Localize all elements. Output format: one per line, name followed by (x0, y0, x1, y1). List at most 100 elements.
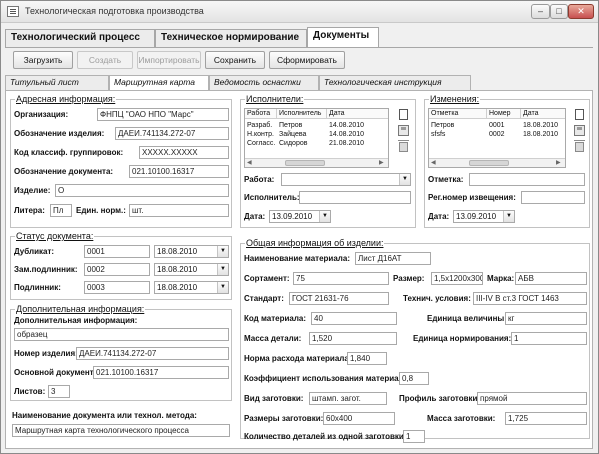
maximize-button[interactable]: □ (550, 4, 568, 19)
duplicate-date-picker[interactable]: 18.08.2010 ▼ (154, 245, 229, 258)
std-field[interactable]: ГОСТ 21631-76 (289, 292, 389, 305)
mark-field[interactable] (469, 173, 585, 186)
org-field[interactable]: ФНПЦ "ОАО НПО "Марс" (97, 108, 229, 121)
tab-documents[interactable]: Документы (307, 27, 379, 47)
mcode-field[interactable]: 40 (311, 312, 397, 325)
docname-field[interactable]: Маршрутная карта технологического процес… (12, 424, 230, 437)
bsize-field[interactable]: 60х400 (323, 412, 395, 425)
chg-row-1-date[interactable]: 18.08.2010 (523, 130, 565, 139)
trash-icon[interactable] (573, 140, 586, 153)
col-work[interactable]: Работа (245, 109, 277, 119)
close-button[interactable]: ✕ (568, 4, 594, 19)
minimize-button[interactable]: – (531, 4, 550, 19)
profile-field[interactable]: прямой (477, 392, 587, 405)
document-tabs: Титульный лист Маршрутная карта Ведомост… (5, 75, 593, 90)
exec-date-picker[interactable]: 13.09.2010 ▼ (269, 210, 331, 223)
scroll-thumb[interactable] (469, 160, 509, 166)
unitv-field[interactable]: кг (505, 312, 587, 325)
duplicate-date: 18.08.2010 (157, 247, 198, 256)
load-button[interactable]: Загрузить (13, 51, 73, 69)
brand-field[interactable]: АБВ (515, 272, 587, 285)
tab-tech-norming[interactable]: Техническое нормирование (155, 29, 307, 47)
original-date-picker[interactable]: 18.08.2010 ▼ (154, 281, 229, 294)
work-dropdown[interactable]: ▼ (281, 173, 411, 186)
duplicate-num-field[interactable]: 0001 (84, 245, 150, 258)
executor-field[interactable] (299, 191, 411, 204)
item-number-field[interactable]: ДАЕИ.741134.272-07 (76, 347, 229, 360)
chg-date-picker[interactable]: 13.09.2010 ▼ (453, 210, 515, 223)
chg-row-1-num[interactable]: 0002 (489, 130, 519, 139)
tab-tech-instruction[interactable]: Технологическая инструкция (319, 75, 471, 90)
scroll-right-icon[interactable]: ▶ (379, 159, 384, 166)
trash-icon[interactable] (397, 140, 410, 153)
coef-field[interactable]: 0,8 (399, 372, 429, 385)
col-number[interactable]: Номер (487, 109, 521, 119)
chg-row-0-num[interactable]: 0001 (489, 121, 519, 130)
executors-hscroll[interactable]: ◀ ▶ (245, 158, 388, 167)
create-button[interactable]: Создать (77, 51, 133, 69)
col-date[interactable]: Дата (327, 109, 388, 119)
replace-num-field[interactable]: 0002 (84, 263, 150, 276)
mass-label: Масса детали: (244, 334, 302, 343)
blank-field[interactable]: штамп. загот. (309, 392, 387, 405)
chg-row-0-mark[interactable]: Петров (431, 121, 485, 130)
save-icon[interactable] (397, 124, 410, 137)
scroll-left-icon[interactable]: ◀ (247, 159, 252, 166)
exec-row-0-date[interactable]: 14.08.2010 (329, 121, 387, 130)
sort-field[interactable]: 75 (293, 272, 389, 285)
tech-field[interactable]: III-IV В ст.3 ГОСТ 1463 (473, 292, 587, 305)
changes-hscroll[interactable]: ◀ ▶ (429, 158, 565, 167)
exec-row-1-work[interactable]: Н.контр. (247, 130, 277, 139)
import-button[interactable]: Импортировать (137, 51, 201, 69)
litera-field[interactable]: Пл (50, 204, 72, 217)
address-title: Адресная информация: (15, 94, 117, 104)
base-doc-field[interactable]: 021.10100.16317 (93, 366, 229, 379)
chg-row-0-date[interactable]: 18.08.2010 (523, 121, 565, 130)
tab-route-card[interactable]: Маршрутная карта (109, 75, 209, 90)
replace-date-picker[interactable]: 18.08.2010 ▼ (154, 263, 229, 276)
unit-field[interactable]: шт. (129, 204, 229, 217)
col-change-date[interactable]: Дата (521, 109, 565, 119)
save-icon[interactable] (573, 124, 586, 137)
exec-row-2-name[interactable]: Сидоров (279, 139, 325, 148)
exec-row-1-date[interactable]: 14.08.2010 (329, 130, 387, 139)
reg-field[interactable] (521, 191, 585, 204)
unitn-field[interactable]: 1 (511, 332, 587, 345)
col-mark[interactable]: Отметка (429, 109, 487, 119)
prod-field[interactable]: ДАЕИ.741134.272-07 (115, 127, 229, 140)
code-field[interactable]: XXXXX.XXXXX (139, 146, 229, 159)
tab-tech-process[interactable]: Технологический процесс (5, 29, 155, 47)
tab-title-sheet[interactable]: Титульный лист (5, 75, 109, 90)
generate-button[interactable]: Сформировать (269, 51, 345, 69)
scroll-thumb[interactable] (285, 160, 325, 166)
executors-list[interactable]: Работа Исполнитель Дата Разраб. Петров 1… (244, 108, 389, 168)
docname-label: Наименование документа или технол. метод… (12, 411, 197, 420)
tab-tooling-list[interactable]: Ведомость оснастки (209, 75, 319, 90)
exec-row-0-work[interactable]: Разраб. (247, 121, 277, 130)
norm-field[interactable]: 1,840 (347, 352, 387, 365)
chg-row-1-mark[interactable]: sfsfs (431, 130, 485, 139)
original-num-field[interactable]: 0003 (84, 281, 150, 294)
mass-field[interactable]: 1,520 (309, 332, 397, 345)
exec-row-0-name[interactable]: Петров (279, 121, 325, 130)
blank-label: Вид заготовки: (244, 394, 304, 403)
doc-field[interactable]: 021.10100.16317 (129, 165, 229, 178)
bmass-field[interactable]: 1,725 (505, 412, 587, 425)
size-field[interactable]: 1,5х1200х3000 (431, 272, 483, 285)
col-executor[interactable]: Исполнитель (277, 109, 327, 119)
additional-field[interactable]: образец (14, 328, 229, 341)
changes-list[interactable]: Отметка Номер Дата Петров 0001 18.08.201… (428, 108, 566, 168)
item-field[interactable]: О (55, 184, 229, 197)
save-button[interactable]: Сохранить (205, 51, 265, 69)
new-doc-icon[interactable] (397, 108, 410, 121)
route-card-panel: Адресная информация: Организация: ФНПЦ "… (5, 91, 593, 449)
sheets-field[interactable]: 3 (48, 385, 70, 398)
scroll-right-icon[interactable]: ▶ (556, 159, 561, 166)
exec-row-1-name[interactable]: Зайцева (279, 130, 325, 139)
material-field[interactable]: Лист Д16АТ (355, 252, 431, 265)
exec-row-2-date[interactable]: 21.08.2010 (329, 139, 387, 148)
count-field[interactable]: 1 (403, 430, 425, 443)
scroll-left-icon[interactable]: ◀ (431, 159, 436, 166)
exec-row-2-work[interactable]: Согласс. (247, 139, 277, 148)
new-doc-icon[interactable] (573, 108, 586, 121)
